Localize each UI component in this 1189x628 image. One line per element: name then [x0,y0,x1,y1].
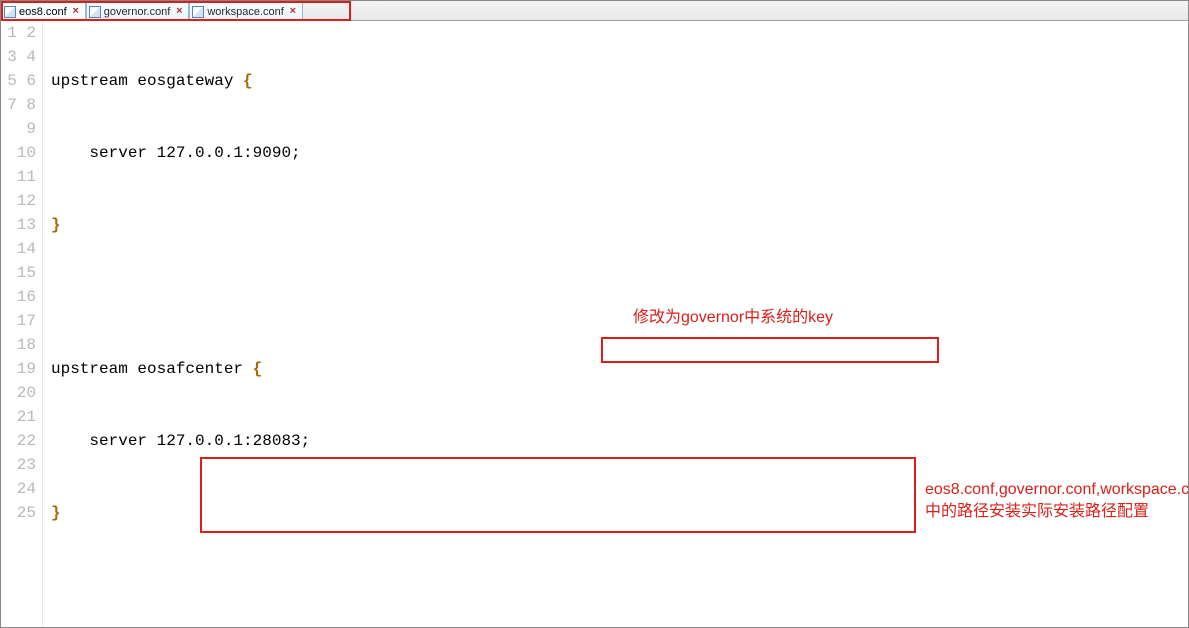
code-area[interactable]: upstream eosgateway { server 127.0.0.1:9… [43,21,1188,627]
tab-governor-conf[interactable]: governor.conf × [86,2,190,20]
close-icon[interactable]: × [71,7,81,17]
brace-close: } [51,216,61,234]
code-text: server 127.0.0.1:28083; [51,432,310,450]
file-icon [4,6,16,18]
tab-label: workspace.conf [207,6,283,18]
editor-area: 1 2 3 4 5 6 7 8 9 10 11 12 13 14 15 16 1… [1,21,1188,627]
tab-bar: eos8.conf × governor.conf × workspace.co… [1,1,1188,21]
code-text: upstream eosgateway [51,72,243,90]
file-icon [89,6,101,18]
annotation-text-key: 修改为governor中系统的key [633,307,833,329]
brace-close: } [51,504,61,522]
brace-open: { [243,72,253,90]
tab-workspace-conf[interactable]: workspace.conf × [189,2,302,20]
code-text: upstream eosafcenter [51,360,253,378]
tab-label: governor.conf [104,6,171,18]
tab-label: eos8.conf [19,6,67,18]
line-number-gutter: 1 2 3 4 5 6 7 8 9 10 11 12 13 14 15 16 1… [1,21,43,627]
brace-open: { [253,360,263,378]
code-text: server 127.0.0.1:9090; [51,144,301,162]
close-icon[interactable]: × [288,7,298,17]
editor-window: eos8.conf × governor.conf × workspace.co… [0,0,1189,628]
close-icon[interactable]: × [174,7,184,17]
tab-eos8-conf[interactable]: eos8.conf × [1,2,86,20]
file-icon [192,6,204,18]
